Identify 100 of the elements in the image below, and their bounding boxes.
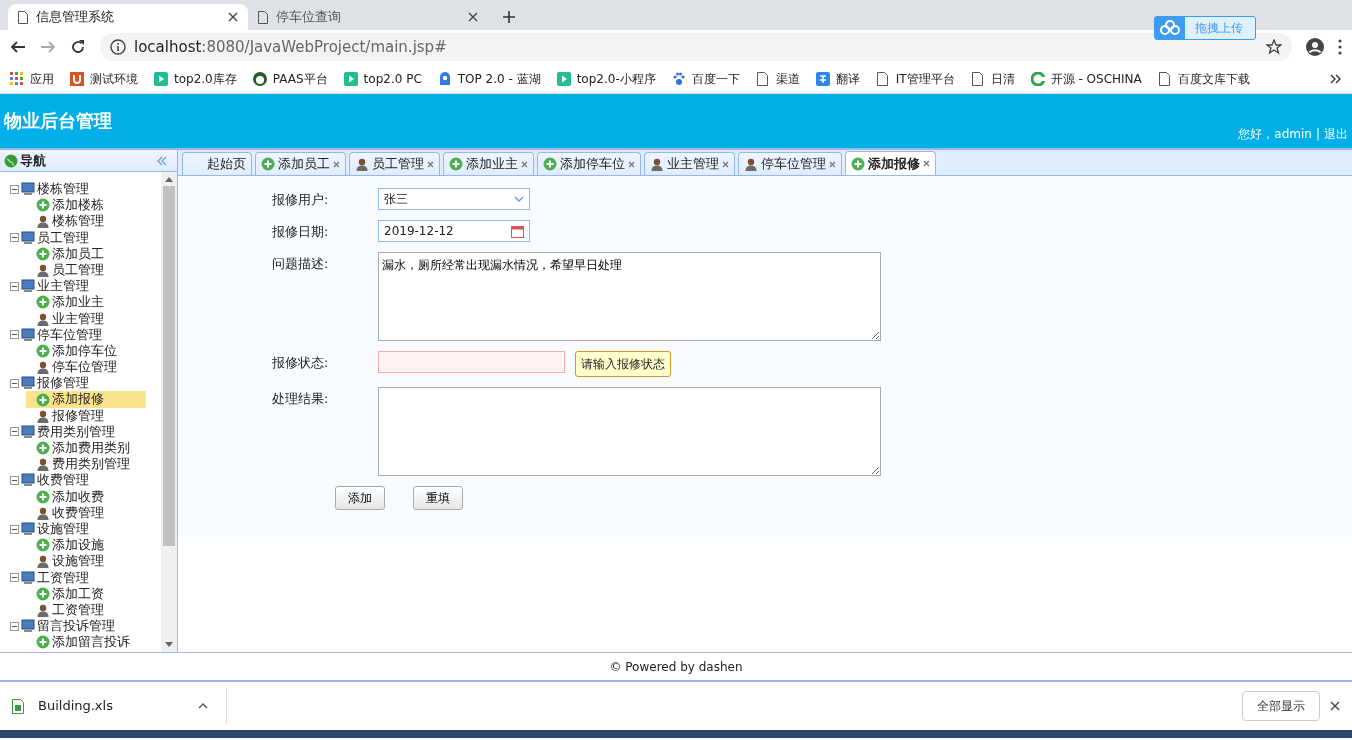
text-area[interactable]: 漏水，厕所经常出现漏水情况，希望早日处理 (378, 252, 881, 341)
field-label: 报修用户: (272, 191, 330, 209)
tree-item[interactable]: 添加费用类别 (26, 440, 146, 457)
tree-node[interactable]: 费用类别管理 (10, 423, 161, 440)
add-icon (36, 635, 50, 650)
select-field[interactable]: 张三 (378, 188, 530, 210)
bookmark-link[interactable]: 渠道 (755, 69, 800, 88)
tree-node[interactable]: 停车位管理 (10, 326, 161, 343)
tree-item[interactable]: 添加留言投诉 (26, 634, 146, 651)
tree-item[interactable]: 添加设施 (26, 537, 146, 554)
bookmark-link[interactable]: 百度文库下载 (1157, 69, 1250, 88)
download-file[interactable]: Building.xls (38, 696, 113, 716)
bookmark-link[interactable]: TOP 2.0 - 蓝湖 (437, 69, 541, 88)
page-icon (258, 10, 268, 24)
tree-item[interactable]: 报修管理 (26, 407, 146, 424)
tree-item[interactable]: 停车位管理 (26, 359, 146, 376)
page-tab[interactable]: 添加报修 (845, 151, 936, 175)
tree-item[interactable]: 设施管理 (26, 553, 146, 570)
bookmark-link[interactable]: top2.0-小程序 (556, 69, 656, 88)
browser-tab[interactable]: 停车位查询 (248, 4, 488, 30)
bookmark-link[interactable]: 测试环境 (70, 69, 138, 88)
tree-item[interactable]: 业主管理 (26, 310, 146, 327)
text-area[interactable] (378, 387, 881, 476)
add-icon (36, 586, 50, 601)
bookmark-link[interactable]: top2.0库存 (154, 69, 237, 88)
tree-item[interactable]: 添加工资 (26, 585, 146, 602)
close-icon (1330, 701, 1340, 711)
play-icon (154, 71, 168, 86)
bookmark-link[interactable]: 日清 (970, 69, 1015, 88)
menu-icon (1338, 39, 1342, 55)
page-icon (875, 71, 890, 86)
page-icon (755, 71, 770, 86)
text-field[interactable] (378, 351, 565, 373)
bookmark-link[interactable]: PAAS平台 (252, 69, 328, 88)
close-icon (628, 160, 635, 168)
tree-item[interactable]: 添加楼栋 (26, 197, 146, 214)
tree-item[interactable]: 收费管理 (26, 504, 146, 521)
tree-node[interactable]: 工资管理 (10, 569, 161, 586)
close-icon (722, 160, 729, 168)
play-icon (343, 71, 358, 86)
tree-node[interactable]: 楼栋管理 (10, 181, 161, 198)
form-button[interactable]: 添加 (335, 486, 385, 510)
page-tab[interactable]: 添加停车位 (537, 152, 641, 175)
add-icon (36, 538, 50, 553)
bookmark-link[interactable]: 百度一下 (671, 69, 740, 88)
computer-icon (21, 182, 35, 197)
page-tab[interactable]: 起始页 (182, 152, 252, 175)
tree-item[interactable]: 添加收费 (26, 488, 146, 505)
tree-item[interactable]: 添加业主 (26, 294, 146, 311)
field-label: 报修状态: (272, 354, 330, 372)
minus-icon (10, 573, 19, 583)
scrollbar[interactable] (161, 172, 177, 652)
bookmark-link[interactable]: top2.0 PC (343, 69, 422, 88)
greeting-text: 您好，admin (1238, 126, 1312, 143)
page-tab[interactable]: 员工管理 (349, 152, 440, 175)
tree-item[interactable]: 添加停车位 (26, 342, 146, 360)
computer-icon (21, 424, 35, 439)
page-tab[interactable]: 添加业主 (443, 152, 534, 175)
bookmark-link[interactable]: 翻译 (815, 69, 860, 88)
bookmark-link[interactable]: 开源 - OSCHINA (1030, 69, 1142, 88)
page-icon (18, 10, 28, 24)
forward-icon (40, 39, 56, 55)
computer-icon (21, 619, 35, 634)
person-icon (36, 457, 50, 472)
person-icon (36, 505, 50, 520)
tree-item[interactable]: 费用类别管理 (26, 456, 146, 473)
tree-node[interactable]: 收费管理 (10, 472, 161, 489)
add-icon (36, 343, 50, 358)
page-tab[interactable]: 业主管理 (644, 152, 735, 175)
close-icon (829, 160, 836, 168)
minus-icon (10, 184, 19, 194)
caret-icon (198, 703, 208, 709)
tree-node[interactable]: 员工管理 (10, 229, 161, 246)
tree-item[interactable]: 员工管理 (26, 261, 146, 279)
page-icon (970, 71, 985, 86)
page-tab[interactable]: 添加员工 (255, 152, 346, 175)
bookmark-link[interactable]: IT管理平台 (875, 69, 955, 88)
url-text: localhost:8080/JavaWebProject/main.jsp# (134, 36, 447, 58)
minus-icon (10, 524, 19, 534)
tree-item[interactable]: 添加员工 (26, 245, 146, 262)
more-icon (1330, 73, 1342, 84)
spreadsheet-icon (12, 698, 24, 714)
bookmark-link[interactable]: 应用 (10, 69, 54, 88)
tree-item[interactable]: 楼栋管理 (26, 213, 146, 230)
page-tab[interactable]: 停车位管理 (738, 152, 842, 175)
person-icon (36, 554, 50, 569)
tree-item[interactable]: 工资管理 (26, 601, 146, 619)
show-all-button[interactable]: 全部显示 (1242, 691, 1320, 721)
tree-node[interactable]: 设施管理 (10, 520, 161, 538)
account-icon (1306, 38, 1324, 56)
tree-item[interactable]: 添加报修 (26, 391, 146, 408)
form-button[interactable]: 重填 (413, 486, 463, 510)
browser-tab[interactable]: 信息管理系统 (8, 4, 248, 30)
computer-icon (21, 376, 35, 391)
tree-node[interactable]: 报修管理 (10, 375, 161, 392)
add-icon (543, 157, 557, 171)
tree-node[interactable]: 留言投诉管理 (10, 618, 161, 635)
date-field[interactable]: 2019-12-12 (378, 220, 530, 242)
tree-node[interactable]: 业主管理 (10, 278, 161, 295)
address-bar[interactable]: localhost:8080/JavaWebProject/main.jsp# (100, 33, 1292, 61)
